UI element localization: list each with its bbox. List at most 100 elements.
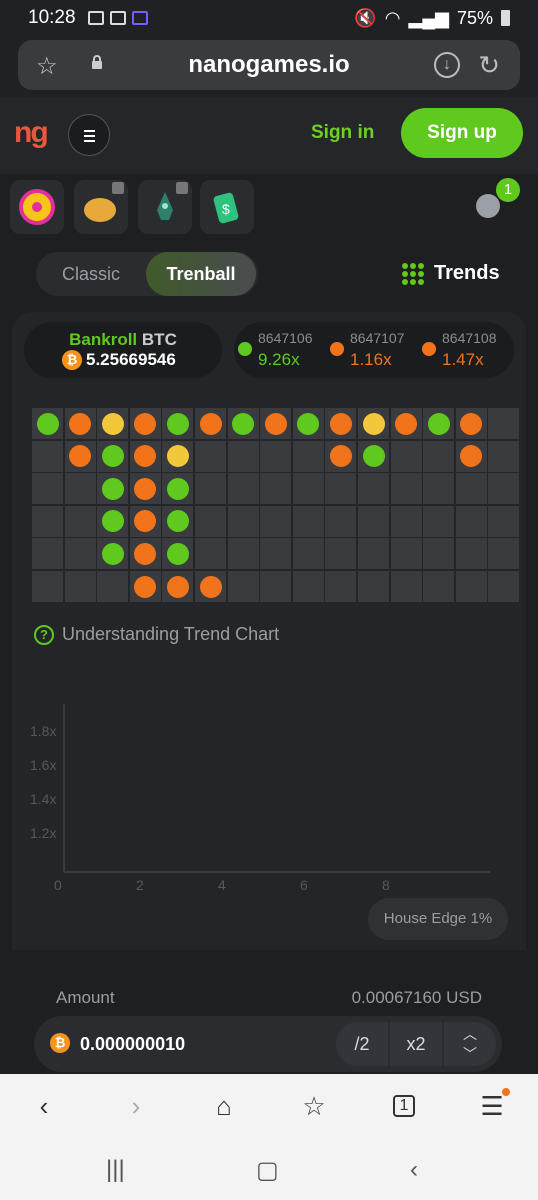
half-button[interactable]: /2 [336,1022,388,1066]
bookmarks-icon[interactable]: ☆ [294,1088,334,1124]
amount-usd: 0.00067160 USD [351,988,482,1007]
history-multiplier: 9.26x [258,350,300,369]
trend-cell [195,408,226,439]
trends-button[interactable]: Trends [402,262,500,285]
trend-cell [390,538,422,570]
trend-cell [358,505,389,537]
battery-icon [501,10,510,26]
y-tick-label: 1.4x [30,791,56,807]
trend-cell [390,408,422,439]
trend-ball [69,445,92,468]
trend-cell [32,538,63,570]
status-bar: 10:28 🔇 ◠ ▂▄▆ 75% [0,0,538,36]
lock-icon [176,182,188,194]
trend-cell [32,505,63,537]
trend-cell [129,408,161,439]
game-tile-dollar[interactable]: $ [200,180,254,234]
trend-cell [260,473,292,505]
history-dot [238,342,252,356]
tabs-count: 1 [393,1095,415,1117]
chevron-up-icon[interactable]: ︿ [444,1024,496,1044]
trend-ball [232,412,255,435]
back-icon[interactable]: ‹ [24,1088,64,1124]
double-button[interactable]: x2 [390,1022,442,1066]
reload-icon[interactable]: ↻ [478,50,500,81]
y-tick-label: 1.8x [30,723,56,739]
trend-cell [129,538,161,570]
trend-cell [488,440,520,472]
trend-cell [32,473,63,505]
trend-cell [423,505,455,537]
trend-cell [390,473,422,505]
recent-apps-icon[interactable]: ||| [106,1156,125,1184]
trend-cell [129,505,161,537]
games-strip: $ 1 [0,174,538,238]
trend-cell [227,538,259,570]
tabs-button[interactable]: 1 [384,1088,424,1124]
status-right: 🔇 ◠ ▂▄▆ 75% [354,8,510,29]
trend-ball [134,412,157,435]
x-tick-label: 4 [218,877,226,893]
trend-cell [32,408,63,439]
trend-cell [358,408,389,439]
amount-value[interactable]: 0.000000010 [80,1034,185,1055]
game-tile-piggy[interactable] [74,180,128,234]
trend-ball [134,477,157,500]
trend-ball [329,445,352,468]
trend-cell [325,440,357,472]
trend-ball [460,412,483,435]
trend-cell [292,473,324,505]
trend-cell [162,473,194,505]
trend-cell [325,505,357,537]
trend-ball [101,510,124,533]
chat-icon[interactable] [476,194,500,218]
trend-cell [488,538,520,570]
game-tile-rocket[interactable] [138,180,192,234]
mail-notification-icon [109,11,126,25]
sign-in-link[interactable]: Sign in [311,122,374,144]
status-time: 10:28 [28,7,76,28]
sign-up-button[interactable]: Sign up [401,108,523,158]
understanding-trend-link[interactable]: ? Understanding Trend Chart [34,624,279,645]
url-bar[interactable]: ☆ nanogames.io ↓ ↻ [18,40,520,90]
tab-trenball[interactable]: Trenball [146,252,256,296]
trend-cell [64,571,96,602]
trend-cell [162,538,194,570]
stepper-button[interactable]: ︿ ﹀ [444,1022,496,1066]
game-tile-wheel[interactable] [10,180,64,234]
trend-cell [423,571,455,602]
trend-cell [455,408,487,439]
system-navigation: ||| ▢ ‹ [0,1138,538,1200]
trend-ball [134,575,157,598]
home-icon[interactable]: ⌂ [204,1088,244,1124]
chevron-down-icon[interactable]: ﹀ [444,1044,496,1064]
trend-cell [488,473,520,505]
trend-ball [427,412,450,435]
trend-ball [101,477,124,500]
trend-ball [69,412,92,435]
download-icon[interactable]: ↓ [434,52,460,78]
bitcoin-icon: ₿ [50,1033,70,1053]
tab-classic[interactable]: Classic [36,252,146,296]
app-notification-icon [131,11,148,25]
system-back-icon[interactable]: ‹ [410,1156,418,1184]
trend-cell [97,538,129,570]
signal-icon: ▂▄▆ [408,7,449,28]
trend-cell [162,440,194,472]
trend-cell [32,571,63,602]
forward-icon[interactable]: › [116,1088,156,1124]
trend-cell [423,408,455,439]
trend-cell [129,473,161,505]
system-home-icon[interactable]: ▢ [256,1156,279,1185]
trend-ball [166,412,189,435]
trend-cell [455,571,487,602]
trend-ball [329,412,352,435]
trend-ball [36,412,59,435]
bankroll-currency: BTC [141,330,177,349]
bankroll-title: Bankroll BTC [24,330,222,350]
site-logo[interactable]: ng [14,116,49,150]
browser-menu-icon[interactable]: ☰ [472,1088,512,1124]
hamburger-menu-button[interactable] [68,114,110,156]
trend-ball [297,412,320,435]
history-multiplier: 1.16x [350,350,392,369]
